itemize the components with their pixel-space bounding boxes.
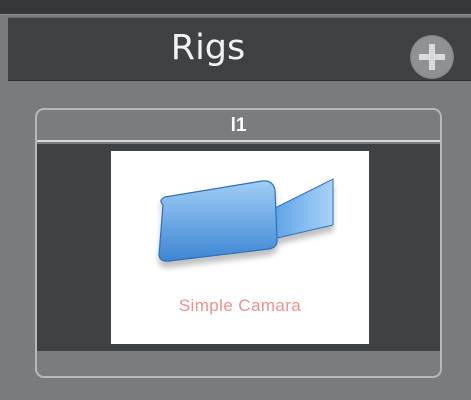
- window-top-strip: [0, 0, 471, 14]
- rig-card[interactable]: l1 Simple Camara: [35, 108, 442, 378]
- plus-icon: [419, 44, 445, 70]
- rig-thumbnail: Simple Camara: [111, 151, 369, 344]
- add-rig-button[interactable]: [410, 35, 454, 79]
- rig-thumbnail-area: Simple Camara: [37, 144, 440, 351]
- rigs-header: Rigs: [8, 17, 471, 81]
- panel-title: Rigs: [170, 28, 246, 68]
- rig-name: l1: [37, 110, 440, 142]
- thumbnail-label: Simple Camara: [178, 296, 302, 315]
